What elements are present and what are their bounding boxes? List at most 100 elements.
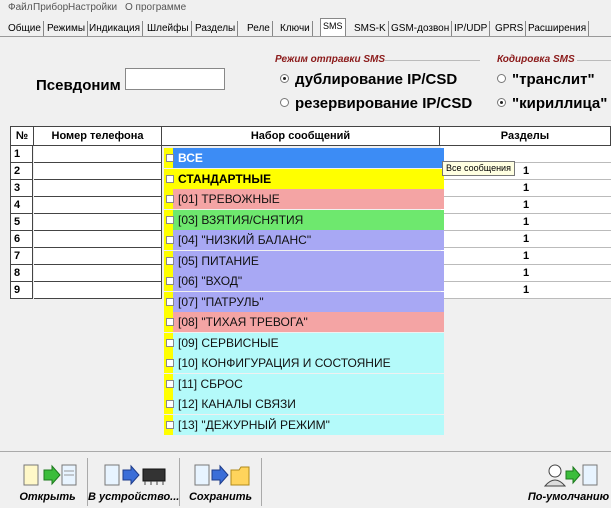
message-set-list[interactable]: ВСЕ СТАНДАРТНЫЕ [01] ТРЕВОЖНЫЕ [03] ВЗЯТИЯ/… [164,148,444,436]
menu-bar: Файл Прибор Настройки О программе [0,0,611,17]
checkbox-icon[interactable] [166,154,174,162]
menu-file[interactable]: Файл [8,2,33,13]
send-mode-duplicate-option[interactable]: дублирование IP/CSD [280,71,457,88]
tab-indication[interactable]: Индикация [87,21,144,36]
checkbox-icon[interactable] [166,297,174,306]
open-button[interactable]: Открыть [8,458,88,506]
checkbox-icon[interactable] [166,359,174,367]
tab-relay[interactable]: Реле [245,21,273,36]
tab-gprs[interactable]: GPRS [493,21,527,36]
menu-device[interactable]: Прибор [33,2,68,13]
message-set-item[interactable]: [03] ВЗЯТИЯ/СНЯТИЯ [164,209,444,230]
checkbox-icon[interactable] [166,379,174,388]
header-phone: Номер телефона [33,126,162,146]
checkbox-icon[interactable] [166,256,174,265]
message-set-label: СТАНДАРТНЫЕ [178,171,272,186]
message-set-item[interactable]: [08] "ТИХАЯ ТРЕВОГА" [164,312,444,332]
alias-label: Псевдоним : [36,77,130,94]
phone-number-cell[interactable] [34,248,162,265]
phone-number-cell[interactable] [34,282,162,299]
tab-sections[interactable]: Разделы [193,21,239,36]
open-button-label: Открыть [19,491,76,503]
row-number: 9 [10,282,33,299]
message-set-label: [13] "ДЕЖУРНЫЙ РЕЖИМ" [178,417,330,432]
tab-sms-k[interactable]: SMS-K [352,21,389,36]
row-number: 4 [10,197,33,214]
checkbox-icon[interactable] [166,174,174,183]
radio-unchecked-icon [497,74,506,83]
sections-cell[interactable]: 1 [441,197,611,214]
message-set-item[interactable]: [04] "НИЗКИЙ БАЛАНС" [164,230,444,250]
message-set-item[interactable]: [01] ТРЕВОЖНЫЕ [164,189,444,209]
message-set-label: [03] ВЗЯТИЯ/СНЯТИЯ [178,212,304,227]
tab-general[interactable]: Общие [6,21,44,36]
phone-number-cell[interactable] [34,163,162,180]
phone-number-cell[interactable] [34,265,162,282]
row-number: 7 [10,248,33,265]
defaults-button[interactable]: По-умолчанию [526,458,611,506]
alias-input[interactable] [125,68,225,90]
sections-cell[interactable]: 1 [441,180,611,197]
message-set-label: [05] ПИТАНИЕ [178,253,259,268]
write-to-device-button-label: В устройство... [88,491,180,503]
tab-ip-udp[interactable]: IP/UDP [452,21,491,36]
message-set-label: ВСЕ [178,151,203,165]
tab-loops[interactable]: Шлейфы [145,21,192,36]
phone-number-cell[interactable] [34,214,162,231]
row-number: 8 [10,265,33,282]
checkbox-icon[interactable] [166,338,174,347]
checkbox-icon[interactable] [166,195,174,203]
checkbox-icon[interactable] [166,277,174,285]
message-set-item[interactable]: [12] КАНАЛЫ СВЯЗИ [164,394,444,414]
message-set-label: [08] "ТИХАЯ ТРЕВОГА" [178,315,308,329]
message-set-item[interactable]: [09] СЕРВИСНЫЕ [164,332,444,353]
menu-about[interactable]: О программе [125,2,186,13]
message-set-item[interactable]: СТАНДАРТНЫЕ [164,168,444,189]
send-mode-backup-option[interactable]: резервирование IP/CSD [280,95,472,112]
sections-cell[interactable]: 1 [441,248,611,265]
sections-cell[interactable]: 1 [441,282,611,299]
phone-number-cell[interactable] [34,231,162,248]
tab-keys[interactable]: Ключи [278,21,313,36]
sms-settings-panel: Псевдоним : Режим отправки SMS дублирова… [0,36,611,126]
save-button-label: Сохранить [188,491,253,503]
tab-modes[interactable]: Режимы [45,21,89,36]
encoding-translit-option[interactable]: "транслит" [497,71,595,88]
tab-sms[interactable]: SMS [320,18,346,36]
send-mode-title: Режим отправки SMS [275,54,386,65]
checkbox-icon[interactable] [166,400,174,408]
save-button[interactable]: Сохранить [180,458,262,506]
sections-cell[interactable]: 1 [441,214,611,231]
checkbox-icon[interactable] [166,420,174,429]
message-set-label: [11] СБРОС [178,376,243,391]
message-set-item[interactable]: [07] "ПАТРУЛЬ" [164,291,444,312]
sections-cell[interactable]: 1 [441,231,611,248]
tab-gsm-dial[interactable]: GSM-дозвон [389,21,453,36]
phone-number-cell[interactable] [34,197,162,214]
write-to-device-button[interactable]: В устройство... [88,458,180,506]
message-set-label: [04] "НИЗКИЙ БАЛАНС" [178,233,312,247]
send-mode-divider [385,60,480,61]
message-set-label: [10] КОНФИГУРАЦИЯ И СОСТОЯНИЕ [178,356,391,370]
message-set-item[interactable]: [10] КОНФИГУРАЦИЯ И СОСТОЯНИЕ [164,353,444,373]
tooltip: Все сообщения [442,161,515,176]
checkbox-icon[interactable] [166,236,174,244]
message-set-label: [06] "ВХОД" [178,274,243,288]
message-set-item[interactable]: [05] ПИТАНИЕ [164,250,444,271]
bottom-toolbar: Открыть В устройство... Сохранить По-умо… [0,451,611,508]
tab-extensions[interactable]: Расширения [526,21,590,36]
checkbox-icon[interactable] [166,318,174,326]
phone-number-cell[interactable] [34,146,162,163]
message-set-item[interactable]: [06] "ВХОД" [164,271,444,291]
encoding-cyrillic-option[interactable]: "кириллица" [497,95,607,112]
checkbox-icon[interactable] [166,215,174,224]
sections-cell[interactable]: 1 [441,265,611,282]
message-set-item[interactable]: [13] "ДЕЖУРНЫЙ РЕЖИМ" [164,414,444,435]
header-sections: Разделы [439,126,611,146]
message-set-item[interactable]: ВСЕ [164,148,444,168]
row-number: 1 [10,146,33,163]
message-set-item[interactable]: [11] СБРОС [164,373,444,394]
phone-number-cell[interactable] [34,180,162,197]
row-number: 6 [10,231,33,248]
menu-settings[interactable]: Настройки [68,2,117,13]
